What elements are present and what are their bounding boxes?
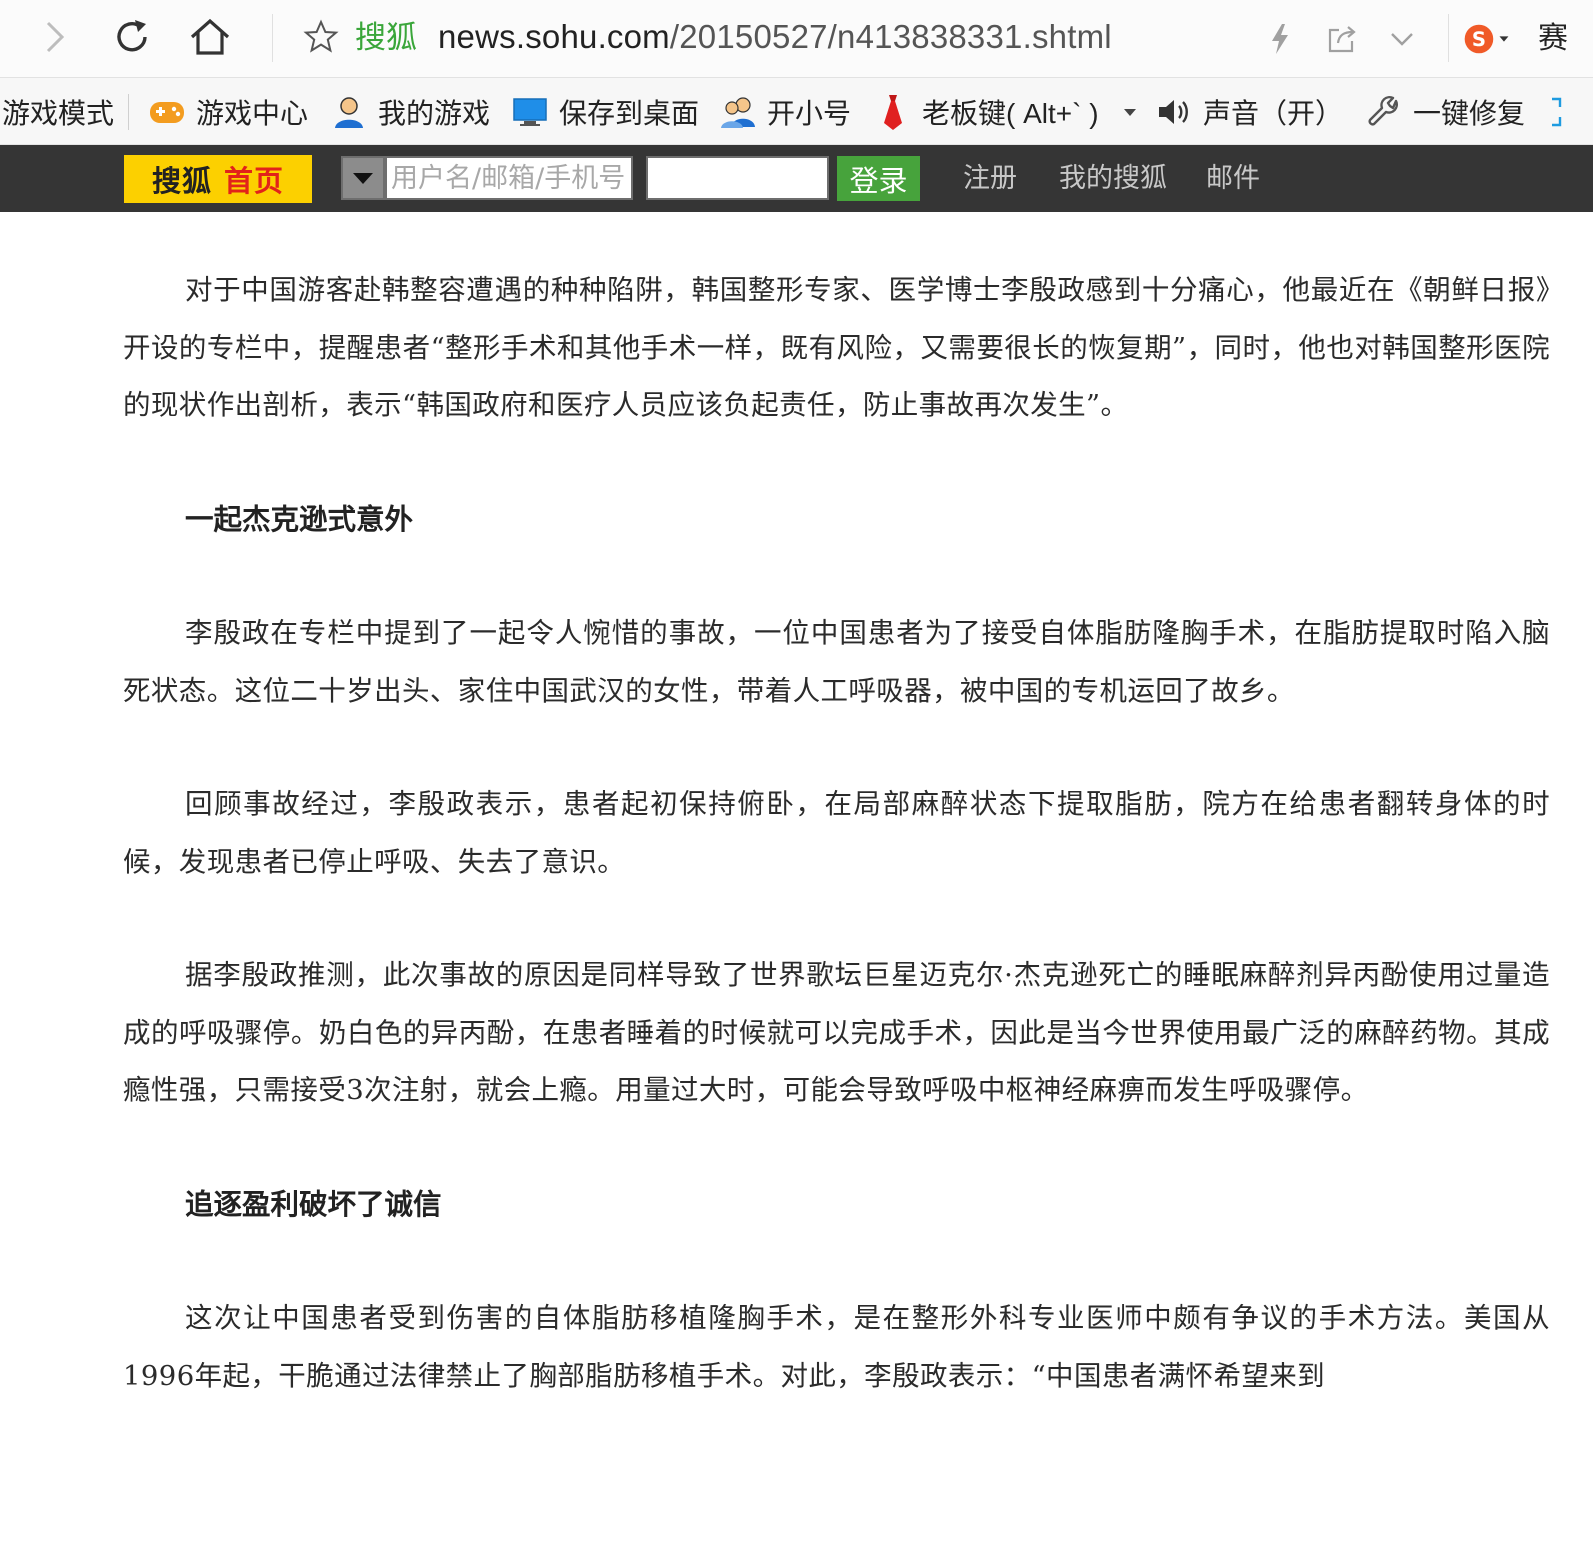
gamepad-icon bbox=[148, 93, 186, 131]
url-path: /20150527/n413838331.shtml bbox=[669, 18, 1112, 55]
site-name: 搜狐 bbox=[355, 20, 417, 55]
share-icon[interactable] bbox=[1317, 14, 1367, 64]
sohu-top-bar: 搜狐首页 登录 注册 我的搜狐 邮件 bbox=[0, 145, 1593, 212]
boss-key-label: 老板键( Alt+` ) bbox=[922, 97, 1099, 129]
tie-icon bbox=[874, 93, 912, 131]
game-center-label: 游戏中心 bbox=[196, 97, 309, 129]
user-icon bbox=[330, 93, 368, 131]
username-input[interactable] bbox=[385, 156, 633, 200]
register-link[interactable]: 注册 bbox=[963, 145, 1017, 212]
open-alt-account-button[interactable]: 开小号 bbox=[719, 78, 851, 145]
sound-toggle-label: 声音（开） bbox=[1203, 97, 1344, 129]
addr-divider bbox=[1448, 14, 1449, 62]
home-icon[interactable] bbox=[185, 12, 235, 62]
reload-icon[interactable] bbox=[107, 12, 157, 62]
chevron-down-icon[interactable] bbox=[1377, 14, 1427, 64]
my-games-button[interactable]: 我的游戏 bbox=[330, 78, 490, 145]
url-host: news.sohu.com bbox=[438, 18, 670, 55]
article-paragraph: 回顾事故经过，李殷政表示，患者起初保持俯卧，在局部麻醉状态下提取脂肪，院方在给患… bbox=[123, 788, 1550, 878]
my-sohu-link[interactable]: 我的搜狐 bbox=[1059, 145, 1167, 212]
game-mode-label: 游戏模式 bbox=[2, 97, 115, 129]
back-icon[interactable] bbox=[28, 12, 78, 62]
one-click-repair-label: 一键修复 bbox=[1413, 97, 1526, 129]
password-input[interactable] bbox=[646, 156, 829, 200]
users-icon bbox=[719, 93, 757, 131]
one-click-repair-button[interactable]: 一键修复 bbox=[1365, 78, 1525, 145]
sound-toggle-button[interactable]: 声音（开） bbox=[1155, 78, 1343, 145]
account-type-dropdown[interactable] bbox=[341, 156, 385, 200]
extension-text[interactable]: 赛 bbox=[1538, 19, 1568, 59]
home-button-sohu-text: 搜狐 bbox=[151, 164, 212, 198]
article-paragraph: 这次让中国患者受到伤害的自体脂肪移植隆胸手术，是在整形外科专业医师中颇有争议的手… bbox=[123, 1302, 1550, 1392]
home-button-label: 首页 bbox=[224, 164, 285, 198]
save-to-desktop-label: 保存到桌面 bbox=[559, 97, 700, 129]
article-paragraph: 对于中国游客赴韩整容遭遇的种种陷阱，韩国整形专家、医学博士李殷政感到十分痛心，他… bbox=[123, 274, 1578, 421]
article-subheading: 追逐盈利破坏了诚信 bbox=[185, 1186, 442, 1221]
bookmarks-toolbar: 游戏模式 游戏中心 我的游戏 保存到桌面 开小号 老板键( Alt+` ) 声音… bbox=[0, 78, 1593, 145]
login-button[interactable]: 登录 bbox=[837, 156, 920, 201]
toolbar-separator bbox=[128, 94, 129, 130]
open-alt-account-label: 开小号 bbox=[767, 97, 852, 129]
url-field[interactable]: news.sohu.com/20150527/n413838331.shtml bbox=[438, 17, 1112, 57]
lightning-icon[interactable] bbox=[1255, 14, 1305, 64]
boss-key-dropdown-icon[interactable] bbox=[1123, 107, 1137, 117]
my-games-label: 我的游戏 bbox=[378, 97, 491, 129]
save-to-desktop-button[interactable]: 保存到桌面 bbox=[511, 78, 699, 145]
caret-down-icon bbox=[353, 173, 373, 184]
mail-link[interactable]: 邮件 bbox=[1206, 145, 1260, 212]
address-bar: 搜狐 news.sohu.com/20150527/n413838331.sht… bbox=[0, 0, 1593, 78]
game-mode-button[interactable]: 游戏模式 bbox=[2, 78, 114, 145]
game-center-button[interactable]: 游戏中心 bbox=[148, 78, 308, 145]
article-paragraph: 据李殷政推测，此次事故的原因是同样导致了世界歌坛巨星迈克尔·杰克逊死亡的睡眠麻醉… bbox=[123, 959, 1550, 1106]
expand-toolbar-icon[interactable] bbox=[1549, 78, 1563, 145]
sohu-home-button[interactable]: 搜狐 首页 bbox=[124, 155, 312, 203]
toolbar-divider bbox=[272, 14, 273, 62]
article-paragraph: 李殷政在专栏中提到了一起令人惋惜的事故，一位中国患者为了接受自体脂肪隆胸手术，在… bbox=[123, 617, 1550, 707]
monitor-icon bbox=[511, 93, 549, 131]
boss-key-button[interactable]: 老板键( Alt+` ) bbox=[874, 78, 1137, 145]
article-body: 对于中国游客赴韩整容遭遇的种种陷阱，韩国整形专家、医学博士李殷政感到十分痛心，他… bbox=[123, 262, 1578, 1461]
sogou-s-icon[interactable]: S bbox=[1462, 14, 1512, 64]
article-subheading: 一起杰克逊式意外 bbox=[185, 501, 414, 536]
svg-text:S: S bbox=[1472, 28, 1486, 51]
star-icon[interactable] bbox=[296, 12, 346, 62]
speaker-icon bbox=[1155, 93, 1193, 131]
wrench-icon bbox=[1365, 93, 1403, 131]
